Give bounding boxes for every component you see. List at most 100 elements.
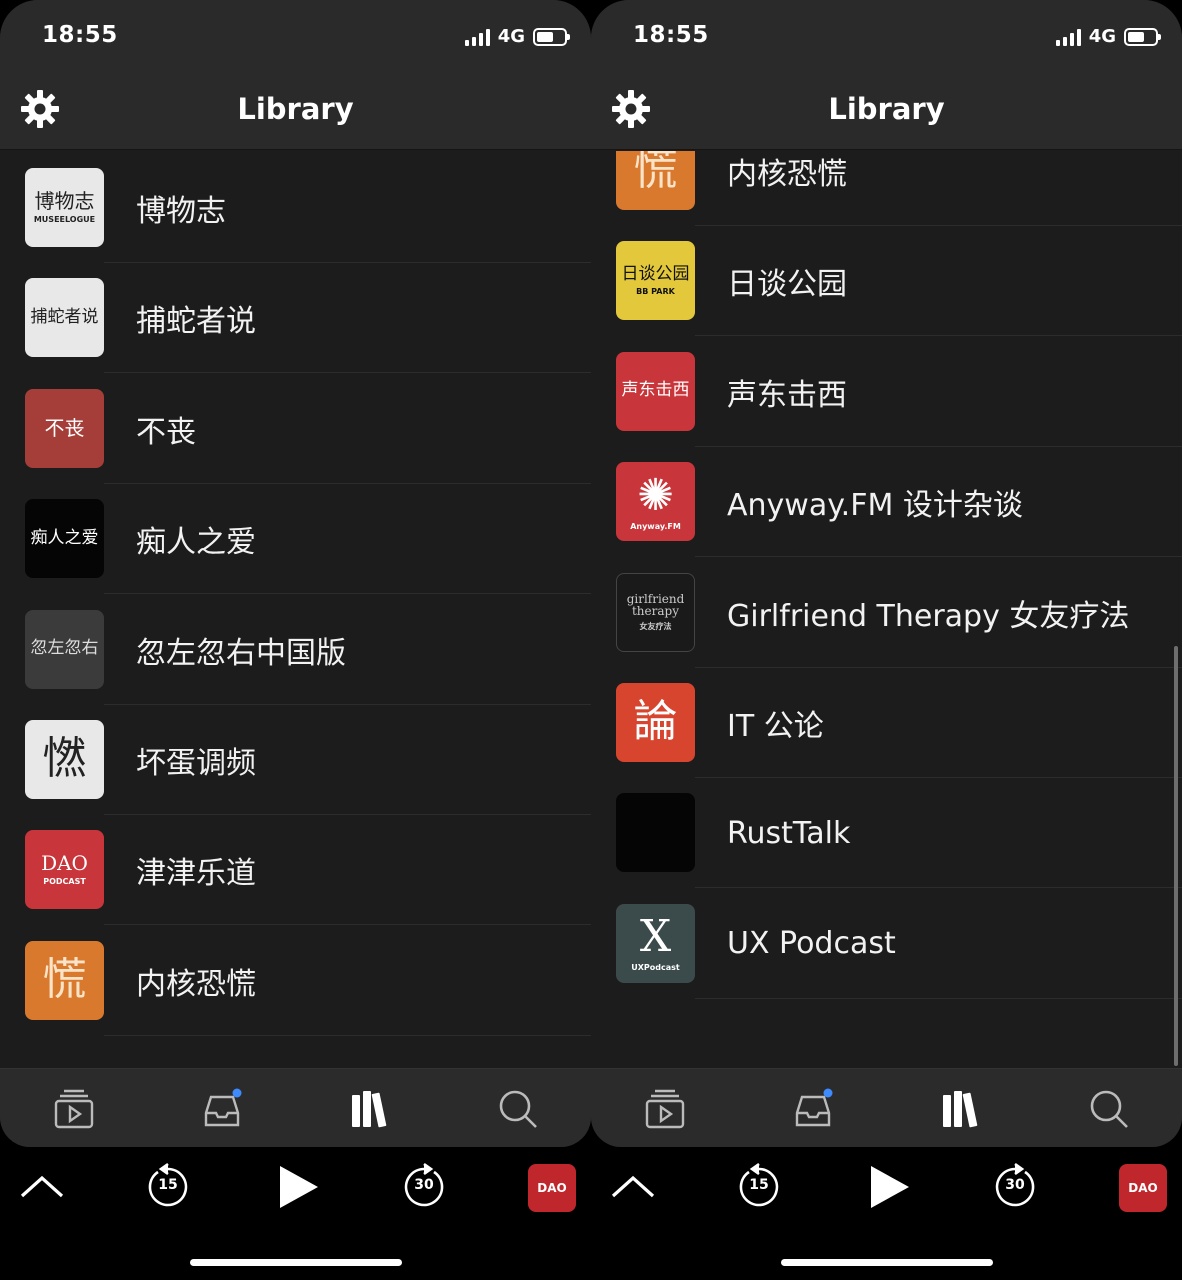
podcast-row[interactable]: 博物志 MUSEELOGUE 博物志	[0, 153, 591, 263]
tab-search-icon[interactable]	[1087, 1087, 1131, 1131]
podcast-artwork: 論	[616, 683, 695, 762]
artwork-text: girlfriend therapy	[626, 591, 685, 619]
nav-bar: Library	[591, 72, 1182, 150]
podcast-artwork	[616, 793, 695, 873]
play-icon[interactable]	[863, 1162, 913, 1212]
artwork-text: 慌	[42, 954, 87, 1006]
artwork-text: DAO	[41, 851, 88, 876]
phone-left: 18:55 4G Library 博物志 MUSEELOGUE 博物志 捕蛇者说…	[0, 0, 591, 1280]
tab-inbox-icon[interactable]	[791, 1087, 835, 1131]
podcast-row[interactable]: 論 IT 公论	[591, 668, 1182, 778]
now-playing-artwork[interactable]: DAO	[1119, 1164, 1167, 1212]
tab-now-playing-icon[interactable]	[643, 1087, 687, 1131]
home-indicator	[781, 1259, 993, 1266]
chevron-up-icon[interactable]	[17, 1162, 67, 1212]
artwork-text: X	[639, 911, 672, 963]
network-label: 4G	[497, 26, 525, 47]
podcast-row[interactable]: 不丧 不丧	[0, 374, 591, 484]
screen-right: 18:55 4G Library 慌 内核恐慌 日谈公园 BB PARK 日谈公…	[591, 0, 1182, 1147]
podcast-row[interactable]: X UXPodcast UX Podcast	[591, 889, 1182, 999]
artwork-text: 痴人之爱	[30, 527, 99, 548]
podcast-artwork: 博物志 MUSEELOGUE	[25, 168, 104, 247]
skip-back-button[interactable]: 15	[734, 1162, 784, 1212]
artwork-text: ✺	[637, 469, 674, 521]
battery-icon	[1124, 27, 1161, 46]
artwork-text: 忽左忽右	[30, 638, 99, 659]
podcast-title: 不丧	[136, 414, 196, 450]
tab-library-icon[interactable]	[348, 1087, 392, 1131]
status-time: 18:55	[633, 22, 709, 48]
skip-forward-label: 30	[414, 1177, 434, 1193]
podcast-artwork: 㦓	[25, 720, 104, 799]
skip-forward-label: 30	[1005, 1177, 1025, 1193]
podcast-row[interactable]: 声东击西 声东击西	[591, 337, 1182, 447]
row-divider	[104, 1034, 591, 1036]
podcast-artwork: X UXPodcast	[616, 903, 695, 983]
status-bar: 18:55 4G	[0, 0, 591, 72]
home-indicator	[190, 1259, 402, 1266]
podcast-row[interactable]: girlfriend therapy 女友疗法 Girlfriend Therapy…	[591, 558, 1182, 668]
status-time: 18:55	[42, 22, 118, 48]
nav-bar: Library	[0, 72, 591, 150]
status-bar: 18:55 4G	[591, 0, 1182, 72]
now-playing-artwork[interactable]: DAO	[528, 1164, 576, 1212]
artwork-text: 不丧	[44, 415, 85, 440]
tab-inbox-icon[interactable]	[200, 1087, 244, 1131]
podcast-row[interactable]: ✺ Anyway.FM Anyway.FM 设计杂谈	[591, 447, 1182, 558]
podcast-artwork: 声东击西	[616, 351, 695, 431]
artwork-text: 論	[633, 696, 678, 748]
podcast-artwork: ✺ Anyway.FM	[616, 462, 695, 542]
podcast-artwork: 不丧	[25, 388, 104, 468]
podcast-artwork: 痴人之爱	[25, 499, 104, 579]
podcast-title: 博物志	[136, 194, 226, 229]
skip-back-label: 15	[749, 1177, 769, 1193]
page-title: Library	[828, 92, 945, 126]
page-title: Library	[237, 92, 354, 126]
podcast-title: 捕蛇者说	[136, 304, 256, 340]
podcast-row[interactable]: 慌 内核恐慌	[0, 926, 591, 1036]
podcast-title: 内核恐慌	[136, 966, 256, 1002]
podcast-row[interactable]: DAO PODCAST 津津乐道	[0, 815, 591, 926]
podcast-artwork: 慌	[616, 151, 695, 210]
podcast-title: 坏蛋调频	[136, 746, 256, 781]
phone-right: 18:55 4G Library 慌 内核恐慌 日谈公园 BB PARK 日谈公…	[591, 0, 1182, 1280]
podcast-title: Anyway.FM 设计杂谈	[727, 488, 1023, 524]
podcast-title: 声东击西	[727, 377, 847, 413]
podcast-list: 博物志 MUSEELOGUE 博物志捕蛇者说 捕蛇者说不丧 不丧痴人之爱 痴人之爱忽左忽右…	[0, 151, 591, 1068]
artwork-subtext: MUSEELOGUE	[33, 215, 96, 224]
podcast-title: 日谈公园	[727, 267, 847, 303]
podcast-title: Girlfriend Therapy 女友疗法	[727, 598, 1130, 634]
artwork-subtext: Anyway.FM	[630, 521, 681, 531]
mini-player: 15 30 DAO	[0, 1148, 591, 1228]
podcast-row[interactable]: RustTalk	[591, 778, 1182, 889]
podcast-title: UX Podcast	[727, 926, 896, 962]
tab-now-playing-icon[interactable]	[52, 1087, 96, 1131]
signal-icon	[464, 28, 490, 46]
chevron-up-icon[interactable]	[608, 1162, 658, 1212]
battery-icon	[533, 27, 570, 46]
artwork-text: 慌	[633, 151, 678, 196]
podcast-artwork: 忽左忽右	[25, 609, 104, 689]
skip-forward-button[interactable]: 30	[399, 1162, 449, 1212]
podcast-title: 忽左忽右中国版	[136, 635, 346, 671]
podcast-row[interactable]: 㦓 坏蛋调频	[0, 705, 591, 815]
podcast-row[interactable]: 慌 内核恐慌	[591, 151, 1182, 226]
artwork-text: 捕蛇者说	[30, 306, 99, 327]
tab-search-icon[interactable]	[496, 1087, 540, 1131]
podcast-row[interactable]: 痴人之爱 痴人之爱	[0, 484, 591, 595]
tab-library-icon[interactable]	[939, 1087, 983, 1131]
artwork-subtext: 女友疗法	[639, 621, 672, 631]
scroll-indicator[interactable]	[1174, 646, 1178, 1066]
skip-back-button[interactable]: 15	[143, 1162, 193, 1212]
podcast-artwork: 捕蛇者说	[25, 278, 104, 358]
podcast-row[interactable]: 忽左忽右 忽左忽右中国版	[0, 595, 591, 705]
podcast-list: 慌内核恐慌 日谈公园 BB PARK 日谈公园 声东击西 声东击西 ✺ Anyway.FM An…	[591, 151, 1182, 1068]
play-icon[interactable]	[272, 1162, 322, 1212]
podcast-title: RustTalk	[727, 815, 851, 851]
artwork-subtext: UXPodcast	[631, 963, 680, 973]
skip-forward-button[interactable]: 30	[990, 1162, 1040, 1212]
podcast-row[interactable]: 捕蛇者说 捕蛇者说	[0, 263, 591, 374]
podcast-row[interactable]: 日谈公园 BB PARK 日谈公园	[591, 226, 1182, 337]
tab-bar	[0, 1068, 591, 1147]
podcast-title: 痴人之爱	[136, 525, 256, 561]
